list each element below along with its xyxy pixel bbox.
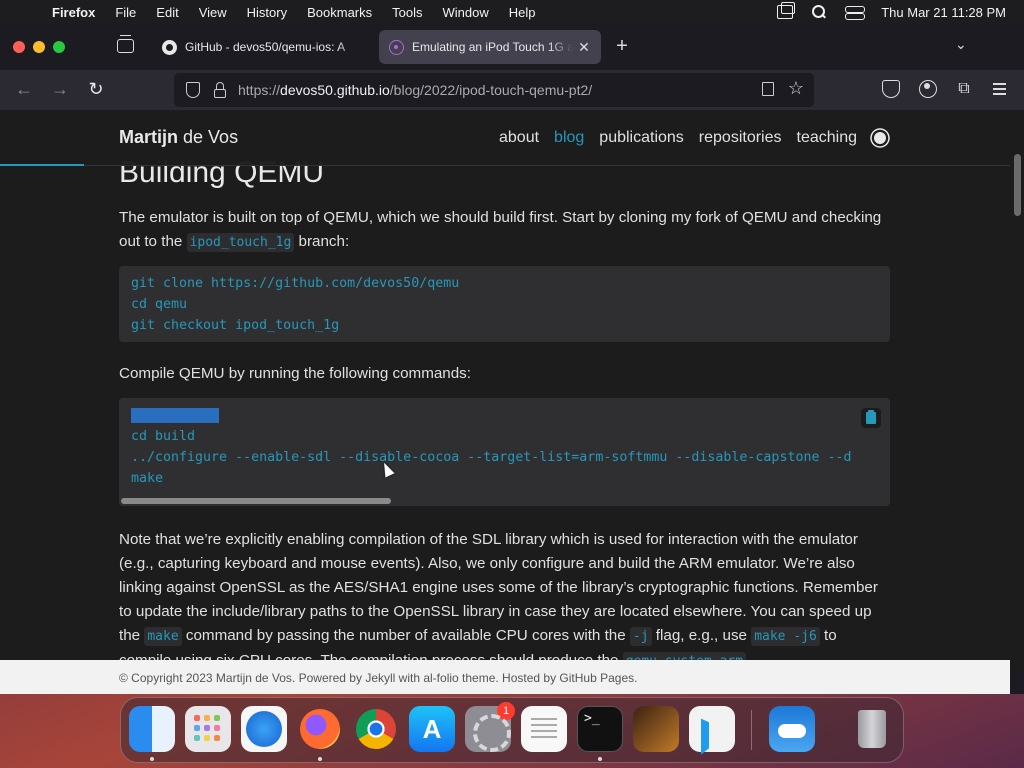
macos-dock: 1 (120, 697, 904, 763)
github-icon (162, 39, 177, 55)
paragraph-notes: Note that we’re explicitly enabling comp… (119, 528, 890, 674)
inline-code-branch: ipod_touch_1g (186, 233, 295, 252)
site-header: Martijn de Vos about blog publications r… (0, 110, 1010, 166)
hamburger-menu-icon[interactable] (991, 80, 1009, 98)
trash-icon[interactable] (849, 706, 895, 752)
nav-blog[interactable]: blog (554, 129, 584, 147)
finder-icon[interactable] (129, 706, 175, 752)
spotlight-search-icon[interactable] (811, 5, 827, 19)
clipboard-icon (866, 410, 876, 424)
macos-menu-bar: Firefox File Edit View History Bookmarks… (0, 0, 1024, 24)
launchpad-icon[interactable] (185, 706, 231, 752)
menu-tools[interactable]: Tools (382, 5, 432, 20)
code-line: git checkout ipod_touch_1g (131, 318, 340, 333)
code-block-compile[interactable]: mkdir build cd build ../configure --enable… (119, 398, 890, 506)
weather-icon[interactable] (769, 706, 815, 752)
system-settings-icon[interactable]: 1 (465, 702, 515, 752)
react-atom-icon (389, 39, 404, 55)
navigation-toolbar: ← → ↻ https://devos50.github.io/blog/202… (0, 70, 1024, 110)
tab-bar: GitHub - devos50/qemu-ios: A Emulating a… (0, 24, 1024, 70)
code-line: cd qemu (131, 297, 188, 312)
vscode-icon[interactable] (689, 706, 735, 752)
close-tab-icon[interactable]: ✕ (577, 39, 591, 56)
menu-file[interactable]: File (105, 5, 146, 20)
site-brand[interactable]: Martijn de Vos (119, 127, 238, 148)
pocket-icon[interactable] (882, 80, 900, 98)
page-vertical-scrollbar[interactable] (1010, 110, 1024, 670)
menu-history[interactable]: History (237, 5, 297, 20)
terminal-icon[interactable] (577, 706, 623, 752)
reader-view-icon[interactable] (762, 82, 774, 96)
textedit-icon[interactable] (521, 706, 567, 752)
new-tab-button[interactable]: + (612, 35, 632, 58)
bookmark-star-icon[interactable]: ☆ (788, 78, 804, 99)
back-button[interactable]: ← (13, 79, 35, 100)
control-center-icon[interactable] (845, 5, 866, 20)
inline-code-make-j6: make -j6 (751, 627, 820, 646)
paragraph-compile: Compile QEMU by running the following co… (119, 365, 471, 382)
inline-code-make: make (144, 627, 182, 646)
forward-button[interactable]: → (49, 79, 71, 100)
reading-progress-bar (0, 164, 84, 166)
code-line: ../configure --enable-sdl --disable-coco… (131, 450, 852, 465)
scrollbar-thumb[interactable] (1014, 154, 1021, 216)
minimize-window-button[interactable] (33, 41, 45, 53)
theme-toggle-sun-icon[interactable] (874, 132, 886, 144)
app-store-icon[interactable] (409, 706, 455, 752)
chrome-icon[interactable] (353, 706, 399, 752)
code-line: make (131, 471, 164, 486)
code-block-clone[interactable]: git clone https://github.com/devos50/qem… (119, 266, 890, 342)
code-line: cd build (131, 429, 196, 444)
dock-separator (751, 710, 752, 750)
firefox-icon[interactable] (297, 706, 343, 752)
site-footer: © Copyright 2023 Martijn de Vos. Powered… (0, 660, 1010, 694)
site-nav: about blog publications repositories tea… (499, 129, 888, 147)
tab-emulating-ipod-touch[interactable]: Emulating an iPod Touch 1G and ✕ (379, 30, 601, 64)
menu-edit[interactable]: Edit (146, 5, 188, 20)
extensions-puzzle-icon[interactable]: ⧉ (955, 80, 973, 98)
code-horizontal-scrollbar[interactable] (119, 496, 890, 506)
tab-title: GitHub - devos50/qemu-ios: A (185, 40, 346, 54)
copy-code-button[interactable] (861, 408, 881, 428)
web-page: Building QEMU The emulator is built on t… (0, 110, 1010, 694)
running-indicator (150, 757, 154, 761)
tab-github-qemu-ios[interactable]: GitHub - devos50/qemu-ios: A (152, 30, 374, 64)
nav-teaching[interactable]: teaching (797, 129, 858, 147)
tab-title: Emulating an iPod Touch 1G and (412, 40, 573, 54)
footer-link-al-folio[interactable]: al-folio (423, 671, 458, 685)
nav-publications[interactable]: publications (599, 129, 684, 147)
menu-view[interactable]: View (189, 5, 237, 20)
reload-button[interactable]: ↻ (85, 79, 107, 100)
nav-about[interactable]: about (499, 129, 539, 147)
menu-window[interactable]: Window (433, 5, 499, 20)
firefox-view-icon[interactable] (117, 35, 134, 53)
footer-link-jekyll[interactable]: Jekyll (365, 671, 395, 685)
inline-code-j-flag: -j (629, 627, 652, 646)
paragraph-build-intro: The emulator is built on top of QEMU, wh… (119, 209, 882, 252)
running-indicator (598, 757, 602, 761)
scrollbar-thumb[interactable] (121, 498, 391, 504)
tracking-protection-shield-icon[interactable] (186, 82, 200, 98)
list-all-tabs-chevron-icon[interactable]: ⌄ (955, 36, 967, 53)
zoom-window-button[interactable] (53, 41, 65, 53)
account-icon[interactable] (919, 80, 937, 98)
code-line: git clone https://github.com/devos50/qem… (131, 276, 460, 291)
menu-help[interactable]: Help (499, 5, 546, 20)
menu-app-firefox[interactable]: Firefox (42, 5, 105, 20)
safari-icon[interactable] (241, 706, 287, 752)
instruments-icon[interactable] (633, 706, 679, 752)
nav-repositories[interactable]: repositories (699, 129, 782, 147)
address-bar[interactable]: https://devos50.github.io/blog/2022/ipod… (174, 73, 814, 107)
url-text[interactable]: https://devos50.github.io/blog/2022/ipod… (238, 82, 592, 98)
footer-link-github-pages[interactable]: GitHub Pages (559, 671, 634, 685)
selected-code-text[interactable]: mkdir build (131, 408, 220, 423)
screen-mirroring-icon[interactable] (777, 2, 796, 19)
lock-icon[interactable] (214, 81, 226, 98)
close-window-button[interactable] (13, 41, 25, 53)
menu-bookmarks[interactable]: Bookmarks (297, 5, 382, 20)
menubar-clock[interactable]: Thu Mar 21 11:28 PM (881, 5, 1006, 20)
running-indicator (318, 757, 322, 761)
notification-badge: 1 (497, 702, 515, 720)
